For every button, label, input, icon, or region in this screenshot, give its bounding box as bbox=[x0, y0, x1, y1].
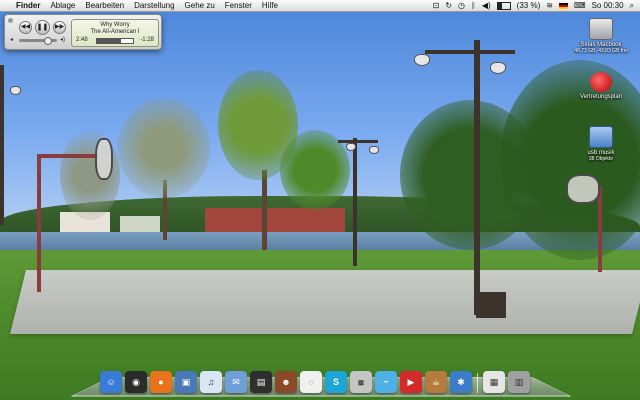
wallpaper-lamp-post bbox=[0, 65, 4, 225]
volume-slider[interactable] bbox=[19, 37, 57, 45]
activity-icon[interactable]: ⧈ bbox=[350, 371, 372, 393]
wallpaper-lamp bbox=[414, 54, 430, 66]
usb-drive-icon bbox=[589, 126, 613, 148]
volume-low-icon: ◂ bbox=[10, 37, 14, 43]
wallpaper-lamp-arm bbox=[425, 50, 515, 54]
wallpaper-lamp-arm bbox=[338, 140, 378, 143]
photo-booth-icon[interactable]: ▤ bbox=[250, 371, 272, 393]
spaces-icon[interactable]: ⊡ bbox=[433, 0, 440, 11]
coffee-icon[interactable]: ☕ bbox=[425, 371, 447, 393]
wallpaper-lamp bbox=[346, 143, 356, 151]
wallpaper-lamp-post bbox=[474, 40, 480, 315]
menu-bar: Finder Ablage Bearbeiten Darstellung Geh… bbox=[0, 0, 640, 12]
desktop-icon-usb-musik[interactable]: usb musik 38 Objekte bbox=[566, 126, 636, 162]
desktop-icon-sinas-macbook[interactable]: Sinas Macbook 48,73 GB, 43,83 GB frei bbox=[566, 18, 636, 54]
battery-percent[interactable]: (33 %) bbox=[517, 0, 541, 11]
sync-icon[interactable]: ↻ bbox=[445, 0, 452, 11]
menu-darstellung[interactable]: Darstellung bbox=[134, 0, 174, 11]
dock-separator bbox=[477, 373, 478, 393]
time-machine-icon[interactable]: ◷ bbox=[458, 0, 465, 11]
mail-icon[interactable]: ✉ bbox=[225, 371, 247, 393]
menu-fenster[interactable]: Fenster bbox=[225, 0, 252, 11]
wallpaper-bare-tree bbox=[118, 98, 210, 198]
wallpaper-hoop-pole bbox=[598, 186, 602, 272]
remaining-time: -1:28 bbox=[140, 37, 154, 43]
spotlight-search-icon[interactable]: ⌕ bbox=[630, 0, 634, 11]
play-pause-button[interactable]: ❚❚ bbox=[35, 20, 50, 35]
track-progress-bar[interactable] bbox=[96, 38, 134, 44]
quicksilver-icon[interactable]: ◌ bbox=[300, 371, 322, 393]
desktop-wallpaper bbox=[0, 0, 640, 400]
volume-knob[interactable] bbox=[44, 37, 52, 45]
menu-bar-left: Finder Ablage Bearbeiten Darstellung Geh… bbox=[6, 0, 278, 11]
menu-bearbeiten[interactable]: Bearbeiten bbox=[85, 0, 124, 11]
hard-drive-icon bbox=[589, 18, 613, 40]
previous-track-button[interactable]: ◀◀ bbox=[19, 21, 32, 34]
wifi-icon[interactable]: ≋ bbox=[546, 0, 553, 11]
battery-icon[interactable] bbox=[496, 1, 511, 10]
adium-icon[interactable]: ☻ bbox=[275, 371, 297, 393]
wallpaper-lamp bbox=[369, 146, 379, 154]
track-progress-fill bbox=[97, 39, 121, 43]
wallpaper-tree-trunk bbox=[262, 170, 267, 250]
desktop-icon-info: 48,73 GB, 43,83 GB frei bbox=[574, 48, 628, 54]
input-language-flag-icon[interactable] bbox=[558, 2, 568, 9]
track-artist: The All-American I bbox=[90, 29, 140, 35]
safari-icon[interactable]: ✱ bbox=[450, 371, 472, 393]
volume-high-icon: ◂) bbox=[60, 37, 66, 43]
dock: ☺ ◉ ● ▣ ♫ ✉ ▤ ☻ ◌ S ⧈ ~ ▶ ☕ ✱ ▦ ▥ bbox=[100, 367, 540, 393]
keyboard-icon[interactable]: ⌨ bbox=[574, 0, 586, 11]
player-display: Why Worry The All-American I 2:48 -1:28 bbox=[71, 19, 159, 47]
desktop-icon-label: Vertretungsplan bbox=[579, 94, 623, 100]
track-title: Why Worry bbox=[100, 22, 130, 28]
player-close-icon[interactable] bbox=[8, 18, 13, 23]
elapsed-time: 2:48 bbox=[76, 37, 88, 43]
battery-level bbox=[497, 2, 502, 9]
wallpaper-backboard bbox=[566, 174, 600, 204]
wallpaper-backboard bbox=[95, 138, 113, 180]
dashboard-icon[interactable]: ◉ bbox=[125, 371, 147, 393]
bluetooth-icon[interactable]: ᛒ bbox=[471, 0, 476, 11]
menu-gehe-zu[interactable]: Gehe zu bbox=[185, 0, 215, 11]
finder-icon[interactable]: ☺ bbox=[100, 371, 122, 393]
menu-hilfe[interactable]: Hilfe bbox=[262, 0, 278, 11]
menu-finder[interactable]: Finder bbox=[16, 0, 40, 11]
wallpaper-hoop-arm bbox=[37, 154, 99, 158]
firefox-icon[interactable]: ● bbox=[150, 371, 172, 393]
menu-bar-status: ⊡ ↻ ◷ ᛒ ◀) (33 %) ≋ ⌨ So 00:30 ⌕ bbox=[433, 0, 634, 11]
iphoto-icon[interactable]: ▣ bbox=[175, 371, 197, 393]
application-icon bbox=[590, 72, 612, 92]
volume-icon[interactable]: ◀) bbox=[482, 0, 491, 11]
desktop-icon-info: 38 Objekte bbox=[588, 156, 614, 162]
desktop-icon-vertretungsplan[interactable]: Vertretungsplan bbox=[566, 72, 636, 100]
wallpaper-lamp-post bbox=[353, 138, 357, 266]
wallpaper-lamp bbox=[10, 86, 21, 95]
wallpaper-lamp bbox=[490, 62, 506, 74]
wallpaper-basketball-court bbox=[10, 270, 640, 334]
menu-ablage[interactable]: Ablage bbox=[50, 0, 75, 11]
trash-icon[interactable]: ▥ bbox=[508, 371, 530, 393]
preview-icon[interactable]: ▦ bbox=[483, 371, 505, 393]
wallpaper-hoop-pole bbox=[37, 156, 41, 292]
skype-icon[interactable]: S bbox=[325, 371, 347, 393]
wallpaper-lamp-base bbox=[476, 292, 506, 318]
itunes-icon[interactable]: ♫ bbox=[200, 371, 222, 393]
youtube-icon[interactable]: ▶ bbox=[400, 371, 422, 393]
next-track-button[interactable]: ▶▶ bbox=[53, 21, 66, 34]
wave-icon[interactable]: ~ bbox=[375, 371, 397, 393]
menu-clock[interactable]: So 00:30 bbox=[591, 0, 623, 11]
itunes-mini-player[interactable]: ◀◀ ❚❚ ▶▶ ◂ ◂) Why Worry The All-American… bbox=[4, 14, 162, 50]
